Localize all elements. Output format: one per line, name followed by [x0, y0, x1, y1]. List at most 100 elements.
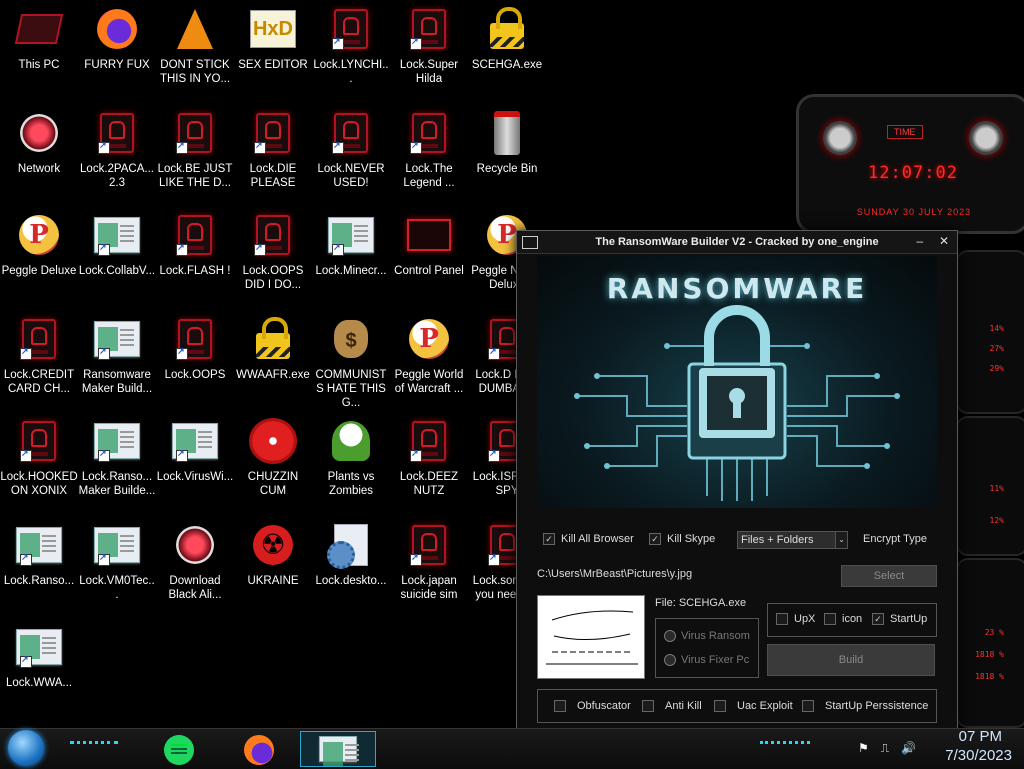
encrypt-type-label: Encrypt Type	[863, 533, 927, 545]
upx-checkbox[interactable]: UpX	[776, 613, 815, 625]
firefox-icon[interactable]	[244, 735, 274, 765]
checkbox-icon	[714, 700, 726, 712]
desktop-icon[interactable]: Plants vs Zombies	[312, 418, 390, 498]
desktop-icon-label: FURRY FUX	[84, 59, 150, 71]
spotify-icon[interactable]	[164, 735, 194, 765]
desktop-icon[interactable]: Lock.japan suicide sim	[390, 522, 468, 602]
virus-fixer-radio[interactable]: Virus Fixer Pc	[664, 654, 749, 666]
alien-icon	[969, 121, 1003, 155]
desktop-icon[interactable]: Lock.Minecr...	[312, 212, 390, 278]
desktop-icon[interactable]: Lock.WWA...	[0, 624, 78, 690]
desktop-icon[interactable]: This PC	[0, 6, 78, 72]
uac-exploit-checkbox[interactable]: Uac Exploit	[714, 700, 793, 712]
taskbar: ⚑⎍🔊	[0, 728, 1024, 769]
application-window-icon	[172, 418, 218, 464]
desktop-icon[interactable]: Lock.CollabV...	[78, 212, 156, 278]
anti-kill-label: Anti Kill	[665, 700, 702, 712]
stats-panel: 14% 27% 29%	[956, 250, 1024, 414]
desktop-icon[interactable]: Lock.BE JUST LIKE THE D...	[156, 110, 234, 190]
desktop-icon[interactable]: Lock.FLASH !	[156, 212, 234, 278]
desktop-icon[interactable]: Lock.LYNCHI...	[312, 6, 390, 86]
desktop-icon[interactable]: Ransomware Maker Build...	[78, 316, 156, 396]
virus-ransom-radio[interactable]: Virus Ransom	[664, 630, 750, 642]
kill-all-browser-checkbox[interactable]: ✓ Kill All Browser	[543, 533, 634, 545]
desktop-icon[interactable]: Download Black Ali...	[156, 522, 234, 602]
anti-kill-checkbox[interactable]: Anti Kill	[642, 700, 702, 712]
desktop-icon[interactable]: Lock.DEEZ NUTZ	[390, 418, 468, 498]
desktop-icon[interactable]: DONT STICK THIS IN YO...	[156, 6, 234, 86]
lock-file-icon	[406, 6, 452, 52]
taskbar-decoration	[70, 741, 118, 752]
firefox-icon	[94, 6, 140, 52]
desktop-icon[interactable]: Control Panel	[390, 212, 468, 278]
desktop-icon[interactable]: Lock.OOPS	[156, 316, 234, 382]
desktop-icon[interactable]: HxD SEX EDITOR	[234, 6, 312, 72]
builder-window[interactable]: The RansomWare Builder V2 - Cracked by o…	[516, 230, 958, 740]
startup-persistence-checkbox[interactable]: StartUp Perssistence	[802, 700, 928, 712]
options-group: UpX icon ✓ StartUp	[767, 603, 937, 637]
desktop-icon-label: Lock.deskto...	[315, 575, 387, 587]
padlock-circuit-icon	[574, 305, 900, 501]
obfuscator-checkbox[interactable]: Obfuscator	[554, 700, 631, 712]
lock-file-icon	[16, 418, 62, 464]
titlebar[interactable]: The RansomWare Builder V2 - Cracked by o…	[517, 231, 957, 254]
money-bag-icon: $	[328, 316, 374, 362]
desktop-icon[interactable]: CHUZZIN CUM	[234, 418, 312, 498]
startup-checkbox[interactable]: ✓ StartUp	[872, 613, 927, 625]
preview-drawing	[546, 610, 638, 665]
lock-file-icon	[250, 212, 296, 258]
desktop-icon[interactable]: Lock.VirusWi...	[156, 418, 234, 484]
desktop-icon[interactable]: SCEHGA.exe	[468, 6, 546, 72]
close-button[interactable]: ✕	[939, 234, 949, 248]
desktop-icon[interactable]: Lock.OOPS DID I DO...	[234, 212, 312, 292]
clock-label: TIME	[887, 125, 923, 139]
desktop-icon[interactable]: Lock.Ranso...	[0, 522, 78, 588]
desktop-icon[interactable]: Lock.The Legend ...	[390, 110, 468, 190]
desktop-icon[interactable]: Recycle Bin	[468, 110, 546, 176]
alien-icon	[823, 121, 857, 155]
builder-taskbar-button[interactable]	[300, 731, 376, 767]
desktop-icon-label: CHUZZIN CUM	[247, 471, 299, 497]
application-window-icon	[94, 418, 140, 464]
minimize-button[interactable]: –	[916, 234, 923, 248]
lock-file-icon	[406, 110, 452, 156]
tray-icons[interactable]: ⚑⎍🔊	[858, 741, 928, 756]
desktop-icon[interactable]: P Peggle World of Warcraft ...	[390, 316, 468, 396]
desktop-icon[interactable]: FURRY FUX	[78, 6, 156, 72]
window-icon	[319, 736, 359, 766]
desktop-icon[interactable]: Lock.VM0Tec...	[78, 522, 156, 602]
desktop-icon[interactable]: Network	[0, 110, 78, 176]
desktop-icon[interactable]: P Peggle Deluxe	[0, 212, 78, 278]
desktop-icon-label: SCEHGA.exe	[471, 59, 543, 71]
select-button[interactable]: Select	[841, 565, 937, 587]
desktop-icon[interactable]: ☢ UKRAINE	[234, 522, 312, 588]
start-button[interactable]	[8, 730, 44, 766]
chevron-down-icon[interactable]: ⌄	[835, 531, 848, 549]
desktop-icon[interactable]: $ COMMUNISTS HATE THIS G...	[312, 316, 390, 410]
radio-icon	[664, 630, 676, 642]
preview-image	[537, 595, 645, 679]
tray-date[interactable]: 7/30/2023	[945, 747, 1012, 764]
desktop-icon[interactable]: Lock.NEVER USED!	[312, 110, 390, 190]
desktop-icon-label: UKRAINE	[247, 575, 299, 587]
kill-skype-checkbox[interactable]: ✓ Kill Skype	[649, 533, 715, 545]
lock-file-icon	[328, 6, 374, 52]
desktop-icon[interactable]: WWAAFR.exe	[234, 316, 312, 382]
desktop-icon[interactable]: Lock.deskto...	[312, 522, 390, 588]
icon-checkbox[interactable]: icon	[824, 613, 862, 625]
uac-exploit-label: Uac Exploit	[737, 700, 793, 712]
desktop-icon-label: DONT STICK THIS IN YO...	[159, 59, 231, 85]
encrypt-type-select[interactable]: Files + Folders	[737, 531, 838, 549]
desktop-icon[interactable]: Lock.CREDIT CARD CH...	[0, 316, 78, 396]
stat-value: 12%	[989, 516, 1004, 525]
desktop-icon[interactable]: Lock.Ranso... Maker Builde...	[78, 418, 156, 498]
lock-file-icon	[406, 418, 452, 464]
build-button[interactable]: Build	[767, 644, 935, 676]
desktop-icon[interactable]: Lock.HOOKED ON XONIX	[0, 418, 78, 498]
check-icon: ✓	[872, 613, 884, 625]
tray-time[interactable]: 07 PM	[959, 728, 1002, 745]
check-icon: ✓	[543, 533, 555, 545]
desktop-icon[interactable]: Lock.DIE PLEASE	[234, 110, 312, 190]
desktop-icon[interactable]: Lock.Super Hilda	[390, 6, 468, 86]
desktop-icon[interactable]: Lock.2PACA... 2.3	[78, 110, 156, 190]
